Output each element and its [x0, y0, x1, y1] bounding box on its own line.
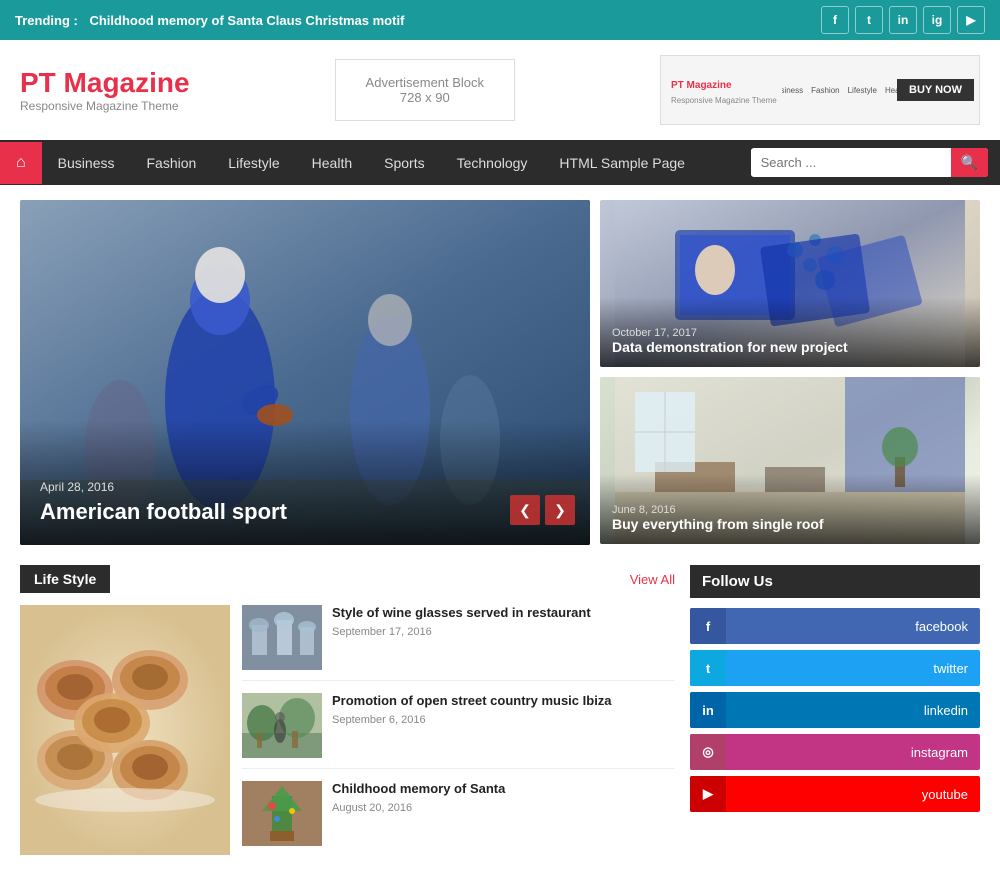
article-title-2[interactable]: Promotion of open street country music I…	[332, 693, 612, 710]
article-thumb-1	[242, 605, 322, 670]
social-top-facebook[interactable]: f	[821, 6, 849, 34]
article-date-2: September 6, 2016	[332, 714, 612, 726]
twitter-follow-btn[interactable]: t twitter	[690, 650, 980, 686]
article-title-1[interactable]: Style of wine glasses served in restaura…	[332, 605, 591, 622]
youtube-label: youtube	[726, 787, 980, 802]
nav-lifestyle[interactable]: Lifestyle	[212, 141, 295, 185]
nav-sports[interactable]: Sports	[368, 141, 440, 185]
facebook-label: facebook	[726, 619, 980, 634]
social-top-youtube[interactable]: ▶	[957, 6, 985, 34]
twitter-label: twitter	[726, 661, 980, 676]
article-title-3[interactable]: Childhood memory of Santa	[332, 781, 505, 798]
list-item: Style of wine glasses served in restaura…	[242, 605, 675, 681]
nav-home-button[interactable]: ⌂	[0, 142, 42, 184]
hero-navigation: ❮ ❯	[510, 495, 575, 525]
instagram-follow-btn[interactable]: ◎ instagram	[690, 734, 980, 770]
main-nav: ⌂ Business Fashion Lifestyle Health Spor…	[0, 140, 1000, 185]
trending-bar: Trending : Childhood memory of Santa Cla…	[0, 0, 1000, 40]
search-input[interactable]	[751, 149, 951, 176]
card2-date: June 8, 2016	[612, 504, 968, 516]
lifestyle-main-image	[20, 605, 230, 855]
article-thumb-1-svg	[242, 605, 322, 670]
hero-date: April 28, 2016	[40, 480, 570, 494]
pastry-svg	[20, 605, 230, 855]
hero-section: April 28, 2016 American football sport ❮…	[20, 200, 980, 545]
lifestyle-main: Life Style View All	[20, 565, 675, 856]
instagram-icon: ◎	[690, 734, 726, 770]
article-thumb-2-svg	[242, 693, 322, 758]
article-thumb-2	[242, 693, 322, 758]
preview-logo: PT Magazine	[666, 75, 777, 96]
nav-business[interactable]: Business	[42, 141, 131, 185]
article-info-2: Promotion of open street country music I…	[332, 693, 612, 726]
article-info-3: Childhood memory of Santa August 20, 201…	[332, 781, 505, 814]
trending-text: Trending : Childhood memory of Santa Cla…	[15, 13, 412, 28]
ad-line2: 728 x 90	[366, 90, 485, 105]
linkedin-label: linkedin	[726, 703, 980, 718]
card1-date: October 17, 2017	[612, 327, 968, 339]
hero-right-cards: October 17, 2017 Data demonstration for …	[600, 200, 980, 545]
twitter-icon: t	[690, 650, 726, 686]
list-item: Childhood memory of Santa August 20, 201…	[242, 781, 675, 856]
hero-main-article[interactable]: April 28, 2016 American football sport ❮…	[20, 200, 590, 545]
article-date-3: August 20, 2016	[332, 802, 505, 814]
card2-title: Buy everything from single roof	[612, 516, 968, 532]
instagram-label: instagram	[726, 745, 980, 760]
hero-prev-button[interactable]: ❮	[510, 495, 540, 525]
sidebar: Follow Us f facebook t twitter in linked…	[690, 565, 980, 856]
site-logo[interactable]: PT Magazine	[20, 67, 190, 99]
hero-overlay: April 28, 2016 American football sport	[20, 420, 590, 545]
linkedin-follow-btn[interactable]: in linkedin	[690, 692, 980, 728]
header-preview: PT Magazine Responsive Magazine Theme Bu…	[660, 55, 980, 125]
social-icons-top: f t in ig ▶	[821, 6, 985, 34]
linkedin-icon: in	[690, 692, 726, 728]
lifestyle-header-bar: Life Style View All	[20, 565, 675, 593]
nav-health[interactable]: Health	[296, 141, 368, 185]
social-top-twitter[interactable]: t	[855, 6, 883, 34]
advertisement-block: Advertisement Block 728 x 90	[335, 59, 516, 121]
social-top-instagram[interactable]: ig	[923, 6, 951, 34]
nav-search-box: 🔍	[751, 148, 988, 177]
facebook-icon: f	[690, 608, 726, 644]
search-button[interactable]: 🔍	[951, 148, 988, 177]
follow-us-header: Follow Us	[690, 565, 980, 598]
hero-card-1-overlay: October 17, 2017 Data demonstration for …	[600, 297, 980, 367]
lifestyle-section-title: Life Style	[20, 565, 110, 593]
social-top-linkedin[interactable]: in	[889, 6, 917, 34]
nav-fashion[interactable]: Fashion	[130, 141, 212, 185]
article-thumb-3-svg	[242, 781, 322, 846]
facebook-follow-btn[interactable]: f facebook	[690, 608, 980, 644]
hero-card-2[interactable]: June 8, 2016 Buy everything from single …	[600, 377, 980, 544]
logo-area: PT Magazine Responsive Magazine Theme	[20, 67, 190, 113]
hero-title: American football sport	[40, 499, 570, 525]
lifestyle-content: Style of wine glasses served in restaura…	[20, 605, 675, 856]
lifestyle-articles-list: Style of wine glasses served in restaura…	[242, 605, 675, 856]
trending-content: Childhood memory of Santa Claus Christma…	[89, 13, 404, 28]
site-tagline: Responsive Magazine Theme	[20, 99, 190, 113]
hero-card-1[interactable]: October 17, 2017 Data demonstration for …	[600, 200, 980, 367]
youtube-icon: ▶	[690, 776, 726, 812]
nav-html-sample[interactable]: HTML Sample Page	[543, 141, 701, 185]
preview-buy-button[interactable]: BUY NOW	[897, 79, 974, 101]
trending-label: Trending :	[15, 13, 78, 28]
ad-line1: Advertisement Block	[366, 75, 485, 90]
article-info-1: Style of wine glasses served in restaura…	[332, 605, 591, 638]
card1-title: Data demonstration for new project	[612, 339, 968, 355]
site-header: PT Magazine Responsive Magazine Theme Ad…	[0, 40, 1000, 140]
hero-next-button[interactable]: ❯	[545, 495, 575, 525]
list-item: Promotion of open street country music I…	[242, 693, 675, 769]
nav-links: Business Fashion Lifestyle Health Sports…	[42, 141, 739, 185]
main-content: April 28, 2016 American football sport ❮…	[0, 185, 1000, 871]
nav-technology[interactable]: Technology	[441, 141, 544, 185]
lifestyle-view-all[interactable]: View All	[630, 572, 675, 587]
article-thumb-3	[242, 781, 322, 846]
article-date-1: September 17, 2016	[332, 626, 591, 638]
youtube-follow-btn[interactable]: ▶ youtube	[690, 776, 980, 812]
social-follow-list: f facebook t twitter in linkedin ◎ insta…	[690, 608, 980, 812]
hero-card-2-overlay: June 8, 2016 Buy everything from single …	[600, 474, 980, 544]
lifestyle-section: Life Style View All	[20, 565, 980, 856]
